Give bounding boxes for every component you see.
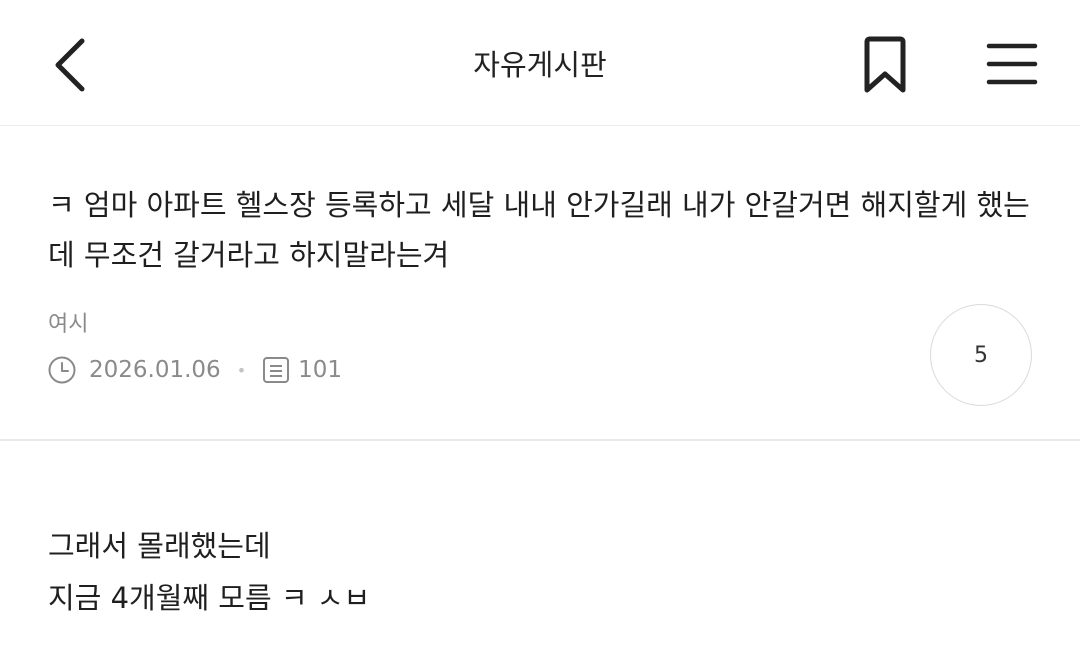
- chevron-left-icon: [55, 38, 85, 92]
- bookmark-button[interactable]: [855, 32, 915, 98]
- hamburger-menu-icon: [986, 43, 1038, 85]
- post-title: ㅋ 엄마 아파트 헬스장 등록하고 세달 내내 안가길래 내가 안갈거면 해지할…: [48, 188, 1030, 272]
- view-count-icon: [262, 355, 290, 385]
- divider: [0, 439, 1080, 441]
- post-body-line: 지금 4개월째 모름 ㅋ ㅅㅂ: [48, 581, 371, 615]
- author-name[interactable]: 여시: [48, 310, 88, 340]
- separator-dot: •: [236, 360, 247, 380]
- bookmark-icon: [864, 36, 906, 93]
- post-date: 2026.01.06: [89, 357, 221, 383]
- comment-count-button[interactable]: 5: [930, 304, 1032, 406]
- page-title: 자유게시판: [473, 48, 607, 82]
- post-meta: 2026.01.06 • 101: [47, 352, 342, 388]
- app-header: 자유게시판: [0, 0, 1080, 126]
- post-body-line: 그래서 몰래했는데: [48, 529, 271, 563]
- back-button[interactable]: [40, 30, 100, 100]
- post-body: 그래서 몰래했는데 지금 4개월째 모름 ㅋ ㅅㅂ: [48, 520, 1038, 624]
- view-count: 101: [298, 357, 343, 383]
- menu-button[interactable]: [980, 34, 1044, 94]
- clock-icon: [47, 355, 77, 385]
